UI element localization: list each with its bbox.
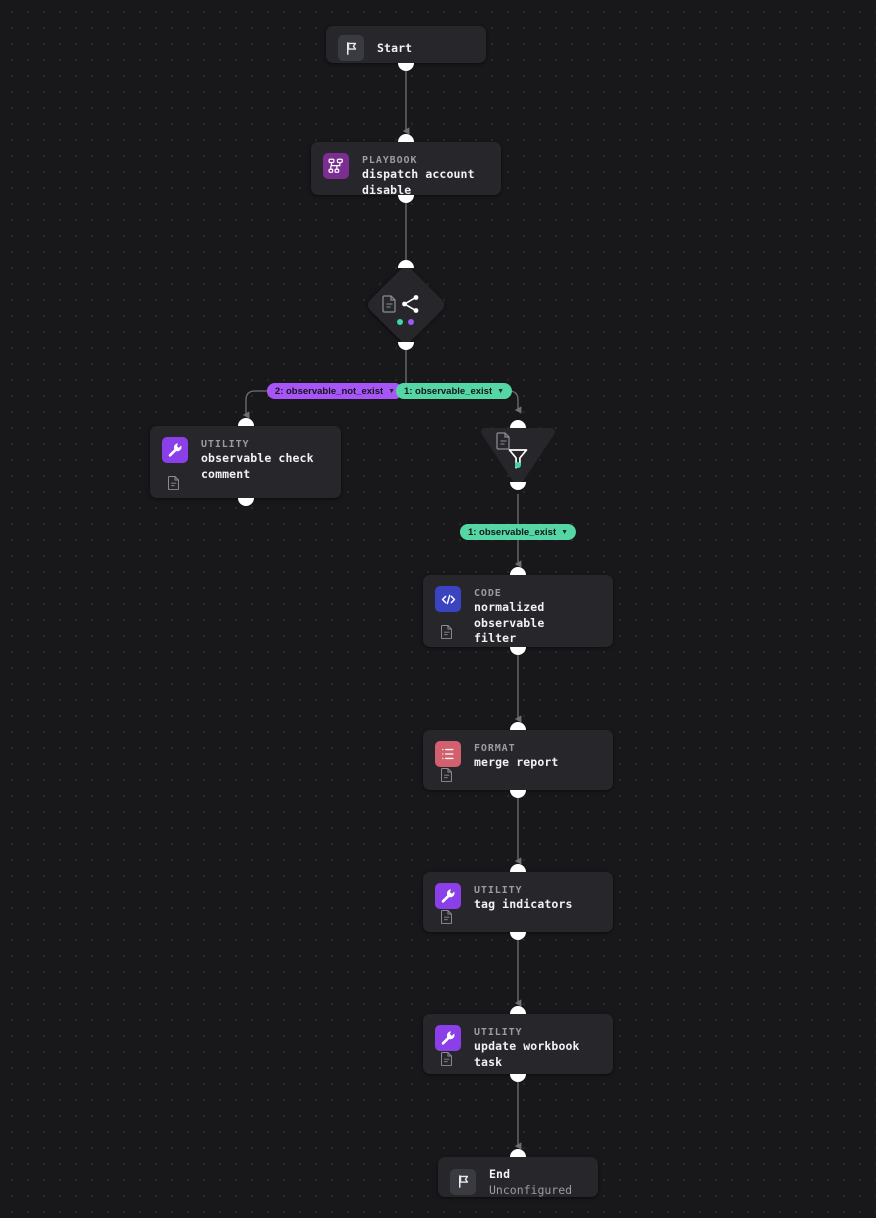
document-icon: [496, 432, 510, 450]
node-kind-label: UTILITY: [474, 1027, 523, 1038]
node-kind-label: FORMAT: [474, 743, 516, 754]
node-body: End Unconfigured: [438, 1157, 598, 1207]
node-kind-label: CODE: [474, 588, 502, 599]
port-output[interactable]: [237, 498, 254, 506]
node-document-badge[interactable]: [441, 767, 453, 783]
code-brackets-icon: [441, 594, 455, 604]
node-filter-observable[interactable]: [480, 420, 556, 498]
node-document-badge[interactable]: [441, 909, 453, 925]
node-document-badge[interactable]: [168, 475, 180, 491]
node-utility-tag-indicators[interactable]: UTILITY tag indicators: [423, 864, 613, 940]
chevron-down-icon[interactable]: ▼: [561, 529, 568, 536]
node-format-merge-report[interactable]: FORMAT merge report: [423, 722, 613, 798]
node-document-badge[interactable]: [441, 1051, 453, 1067]
node-kind-label: UTILITY: [474, 885, 523, 896]
decision-status-dots: [397, 319, 414, 325]
flag-icon-tile: [450, 1168, 476, 1195]
node-text: UTILITY tag indicators: [474, 883, 573, 913]
edge-label-observable-exist-filter[interactable]: 1: observable_exist ▼: [459, 524, 577, 540]
edge-label-observable-exist-branch[interactable]: 1: observable_exist ▼: [395, 383, 513, 399]
list-icon: [442, 748, 454, 760]
port-input[interactable]: [510, 1149, 526, 1157]
branch-dot-exist: [397, 319, 403, 325]
wrench-icon: [441, 1031, 455, 1045]
edge-label-text: 2: observable_not_exist: [274, 385, 384, 397]
node-text: PLAYBOOK dispatch account disable: [362, 153, 475, 198]
edge-label-text: 1: observable_exist: [467, 526, 557, 538]
filter-status-dots: [515, 462, 521, 468]
port-output[interactable]: [510, 790, 526, 798]
node-document-badge[interactable]: [441, 624, 453, 640]
port-input[interactable]: [237, 418, 254, 426]
chevron-down-icon[interactable]: ▼: [497, 388, 504, 395]
node-body: UTILITY tag indicators: [423, 872, 613, 913]
port-input[interactable]: [510, 722, 526, 730]
edge-label-text: 1: observable_exist: [403, 385, 493, 397]
node-code-normalized-observable-filter[interactable]: CODE normalized observable filter: [423, 567, 613, 655]
flag-icon-tile: [338, 35, 364, 61]
node-text: Start: [377, 40, 412, 57]
node-text: UTILITY observable check comment: [201, 437, 314, 482]
port-input[interactable]: [510, 567, 526, 575]
node-title: observable check comment: [201, 451, 314, 481]
node-text: CODE normalized observable filter: [474, 586, 601, 647]
port-input[interactable]: [398, 134, 414, 142]
list-icon-tile: [435, 741, 461, 767]
node-title: End: [489, 1167, 511, 1181]
document-icon: [441, 768, 452, 783]
port-input[interactable]: [398, 260, 414, 268]
node-text: UTILITY update workbook task: [474, 1025, 601, 1070]
node-end[interactable]: End Unconfigured: [438, 1149, 598, 1197]
edge-label-observable-not-exist[interactable]: 2: observable_not_exist ▼: [266, 383, 404, 399]
port-output[interactable]: [510, 647, 526, 655]
chevron-down-icon[interactable]: ▼: [388, 388, 395, 395]
node-text: End Unconfigured: [489, 1166, 572, 1198]
port-output[interactable]: [510, 1074, 526, 1082]
port-input[interactable]: [510, 1006, 526, 1014]
node-decision-branch[interactable]: [364, 260, 448, 350]
node-title: dispatch account disable: [362, 167, 475, 197]
node-title: update workbook task: [474, 1039, 580, 1069]
node-text: FORMAT merge report: [474, 741, 558, 771]
filter-dot-exist: [515, 462, 521, 468]
node-body: UTILITY observable check comment: [150, 426, 341, 482]
node-start[interactable]: Start: [326, 26, 486, 71]
port-output[interactable]: [398, 342, 414, 350]
code-brackets-icon-tile: [435, 586, 461, 612]
node-title: Start: [377, 40, 413, 55]
document-icon: [441, 910, 452, 925]
workflow-canvas[interactable]: Start PLAYBOOK dispatch account disable UTI…: [0, 0, 876, 1218]
node-title: normalized observable filter: [474, 600, 545, 645]
playbook-flow-icon: [328, 158, 343, 173]
flag-icon: [346, 41, 356, 55]
node-utility-update-workbook-task[interactable]: UTILITY update workbook task: [423, 1006, 613, 1082]
wrench-icon-tile: [435, 1025, 461, 1051]
port-input[interactable]: [510, 420, 526, 428]
node-kind-label: UTILITY: [201, 439, 250, 450]
node-utility-observable-check-comment[interactable]: UTILITY observable check comment: [150, 418, 341, 506]
node-title: merge report: [474, 755, 559, 769]
port-input[interactable]: [510, 864, 526, 872]
node-body: PLAYBOOK dispatch account disable: [311, 142, 501, 198]
port-output[interactable]: [398, 195, 414, 203]
node-playbook-dispatch-account-disable[interactable]: PLAYBOOK dispatch account disable: [311, 134, 501, 203]
branch-dot-not-exist: [408, 319, 414, 325]
node-kind-label: PLAYBOOK: [362, 155, 418, 166]
wrench-icon: [168, 443, 182, 457]
port-output[interactable]: [510, 932, 526, 940]
document-icon: [441, 625, 452, 640]
document-icon: [168, 476, 179, 491]
node-title: tag indicators: [474, 897, 573, 911]
flag-icon: [458, 1175, 468, 1189]
document-icon: [441, 1052, 452, 1067]
node-subtitle: Unconfigured: [489, 1182, 573, 1197]
playbook-flow-icon-tile: [323, 153, 349, 179]
port-output[interactable]: [510, 482, 526, 490]
wrench-icon: [441, 889, 455, 903]
decision-shape: [364, 263, 448, 347]
wrench-icon-tile: [435, 883, 461, 909]
wrench-icon-tile: [162, 437, 188, 463]
node-body: FORMAT merge report: [423, 730, 613, 771]
